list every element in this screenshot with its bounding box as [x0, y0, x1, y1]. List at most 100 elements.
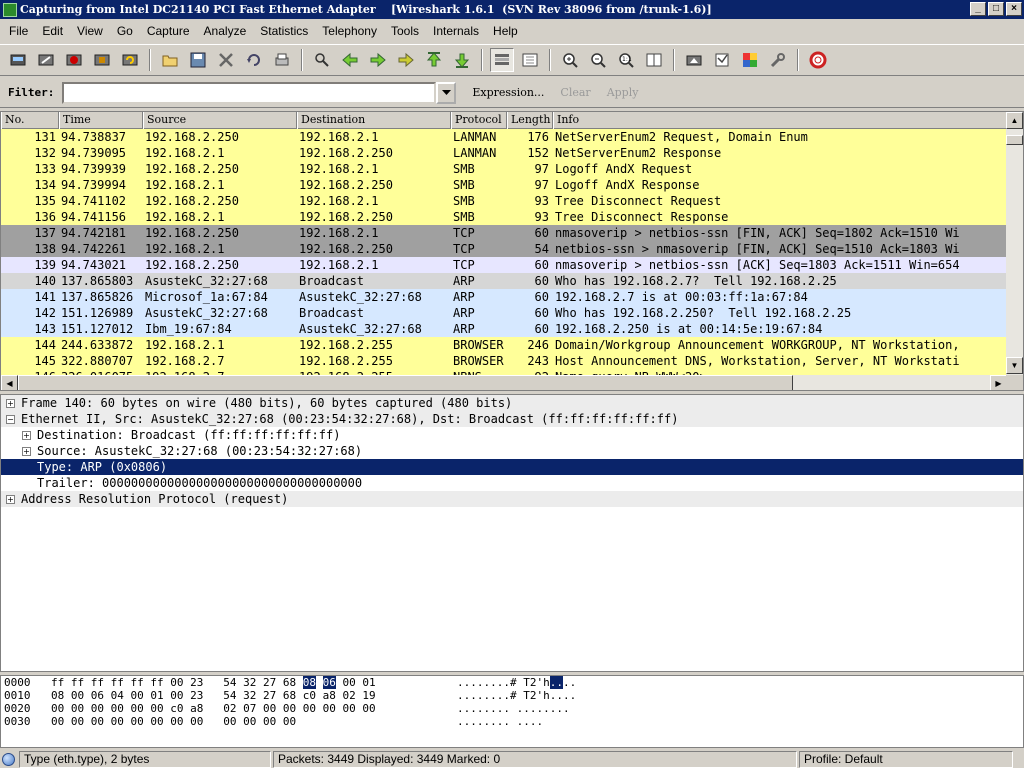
hex-byte[interactable]: 00 [111, 715, 124, 728]
filter-dropdown-button[interactable] [436, 81, 457, 104]
scroll-right-arrow[interactable]: ▶ [990, 375, 1007, 390]
menu-capture[interactable]: Capture [140, 24, 197, 38]
packet-row[interactable]: 137 94.742181 192.168.2.250 192.168.2.1 TCP 6… [1, 225, 1007, 241]
scroll-down-arrow[interactable]: ▼ [1006, 357, 1023, 374]
column-header-source[interactable]: Source [143, 112, 297, 129]
options-button[interactable] [34, 48, 58, 72]
packet-row[interactable]: 145 322.880707 192.168.2.7 192.168.2.255 BRO… [1, 353, 1007, 369]
hex-byte[interactable]: 32 [243, 676, 256, 689]
collapse-icon[interactable]: − [6, 414, 15, 424]
hex-byte[interactable]: 00 [131, 702, 144, 715]
hex-bytes[interactable]: ff ff ff ff ff ff 00 23 54 32 27 68 08 0… [51, 676, 457, 689]
hex-bytes[interactable]: 00 00 00 00 00 00 00 00 00 00 00 00 [51, 715, 457, 728]
menu-statistics[interactable]: Statistics [253, 24, 315, 38]
detail-tree-item[interactable]: + Frame 140: 60 bytes on wire (480 bits),… [1, 395, 1023, 411]
filter-input[interactable] [62, 81, 437, 104]
hex-byte[interactable]: 00 [150, 702, 163, 715]
open-button[interactable] [158, 48, 182, 72]
resize-columns-button[interactable] [642, 48, 666, 72]
detail-tree-item[interactable]: Trailer: 0000000000000000000000000000000… [1, 475, 1023, 491]
find-button[interactable] [310, 48, 334, 72]
hex-byte[interactable]: 00 [283, 715, 296, 728]
hex-byte[interactable]: 00 [91, 715, 104, 728]
column-header-length[interactable]: Length [507, 112, 553, 129]
hex-byte[interactable]: 00 [303, 702, 316, 715]
hex-byte[interactable]: ff [51, 676, 64, 689]
hex-byte[interactable]: 00 [323, 702, 336, 715]
scroll-up-arrow[interactable]: ▲ [1006, 112, 1023, 129]
last-button[interactable] [450, 48, 474, 72]
display-filters-button[interactable] [710, 48, 734, 72]
hex-byte[interactable]: 02 [343, 689, 356, 702]
hex-byte[interactable]: 00 [243, 715, 256, 728]
hex-byte[interactable]: 01 [150, 689, 163, 702]
zoom-out-button[interactable] [586, 48, 610, 72]
packet-row[interactable]: 132 94.739095 192.168.2.1 192.168.2.250 LANM… [1, 145, 1007, 161]
menu-internals[interactable]: Internals [426, 24, 486, 38]
hex-byte[interactable]: 32 [243, 689, 256, 702]
hex-ascii[interactable]: ........# T2'h.... [457, 676, 617, 689]
restart-button[interactable] [118, 48, 142, 72]
hex-byte[interactable]: 00 [91, 702, 104, 715]
interfaces-button[interactable] [6, 48, 30, 72]
print-button[interactable] [270, 48, 294, 72]
packet-row[interactable]: 140 137.865803 AsustekC_32:27:68 Broadcast A… [1, 273, 1007, 289]
packet-row[interactable]: 133 94.739939 192.168.2.250 192.168.2.1 SMB 9… [1, 161, 1007, 177]
forward-button[interactable] [366, 48, 390, 72]
hex-byte[interactable]: 00 [263, 715, 276, 728]
packet-row[interactable]: 134 94.739994 192.168.2.1 192.168.2.250 SMB 9… [1, 177, 1007, 193]
detail-tree-item[interactable]: + Destination: Broadcast (ff:ff:ff:ff:ff:… [1, 427, 1023, 443]
menu-help[interactable]: Help [486, 24, 525, 38]
hex-byte[interactable]: 08 [302, 676, 316, 689]
hex-byte[interactable]: 00 [223, 715, 236, 728]
hex-byte[interactable]: 23 [190, 676, 203, 689]
packet-row[interactable]: 139 94.743021 192.168.2.250 192.168.2.1 TCP 6… [1, 257, 1007, 273]
hex-byte[interactable]: c0 [170, 702, 183, 715]
stop-button[interactable] [90, 48, 114, 72]
hex-byte[interactable]: 06 [322, 676, 336, 689]
expand-icon[interactable]: + [6, 398, 15, 408]
expand-icon[interactable]: + [6, 494, 15, 504]
hex-byte[interactable]: 07 [243, 702, 256, 715]
hex-byte[interactable]: 68 [283, 689, 296, 702]
maximize-button[interactable]: □ [988, 2, 1004, 16]
hex-byte[interactable]: 00 [71, 689, 84, 702]
packet-row[interactable]: 142 151.126989 AsustekC_32:27:68 Broadcast A… [1, 305, 1007, 321]
detail-tree-item[interactable]: + Address Resolution Protocol (request) [1, 491, 1023, 507]
hex-byte[interactable]: 00 [190, 715, 203, 728]
packet-row[interactable]: 144 244.633872 192.168.2.1 192.168.2.255 BRO… [1, 337, 1007, 353]
packet-list-vscrollbar[interactable]: ▲ ▼ [1006, 112, 1023, 375]
hex-byte[interactable]: 19 [362, 689, 375, 702]
first-button[interactable] [422, 48, 446, 72]
expand-icon[interactable]: + [22, 446, 31, 456]
packet-row[interactable]: 143 151.127012 Ibm_19:67:84 AsustekC_32:27:… [1, 321, 1007, 337]
goto-button[interactable] [394, 48, 418, 72]
hex-byte[interactable]: 00 [51, 702, 64, 715]
menu-view[interactable]: View [70, 24, 110, 38]
hex-byte[interactable]: 01 [362, 676, 375, 689]
menu-edit[interactable]: Edit [35, 24, 70, 38]
hex-byte[interactable]: ff [111, 676, 124, 689]
minimize-button[interactable]: _ [970, 2, 986, 16]
column-header-time[interactable]: Time [59, 112, 143, 129]
start-button[interactable] [62, 48, 86, 72]
expand-icon[interactable]: + [22, 430, 31, 440]
hex-ascii[interactable]: ........ ........ [457, 702, 617, 715]
menu-go[interactable]: Go [110, 24, 140, 38]
hex-byte[interactable]: 00 [111, 702, 124, 715]
hex-byte[interactable]: 00 [71, 715, 84, 728]
reload-button[interactable] [242, 48, 266, 72]
hex-bytes[interactable]: 00 00 00 00 00 00 c0 a8 02 07 00 00 00 0… [51, 702, 457, 715]
hex-byte[interactable]: 04 [111, 689, 124, 702]
hex-byte[interactable]: 00 [131, 715, 144, 728]
hex-byte[interactable]: 00 [51, 715, 64, 728]
hex-byte[interactable]: 54 [223, 676, 236, 689]
packet-row[interactable]: 131 94.738837 192.168.2.250 192.168.2.1 LANM… [1, 129, 1007, 145]
close-file-button[interactable] [214, 48, 238, 72]
menu-tools[interactable]: Tools [384, 24, 426, 38]
packet-row[interactable]: 138 94.742261 192.168.2.1 192.168.2.250 TCP 5… [1, 241, 1007, 257]
hex-byte[interactable]: 00 [362, 702, 375, 715]
hex-byte[interactable]: 68 [283, 676, 296, 689]
hex-byte[interactable]: a8 [190, 702, 203, 715]
colorize-button[interactable] [490, 48, 514, 72]
